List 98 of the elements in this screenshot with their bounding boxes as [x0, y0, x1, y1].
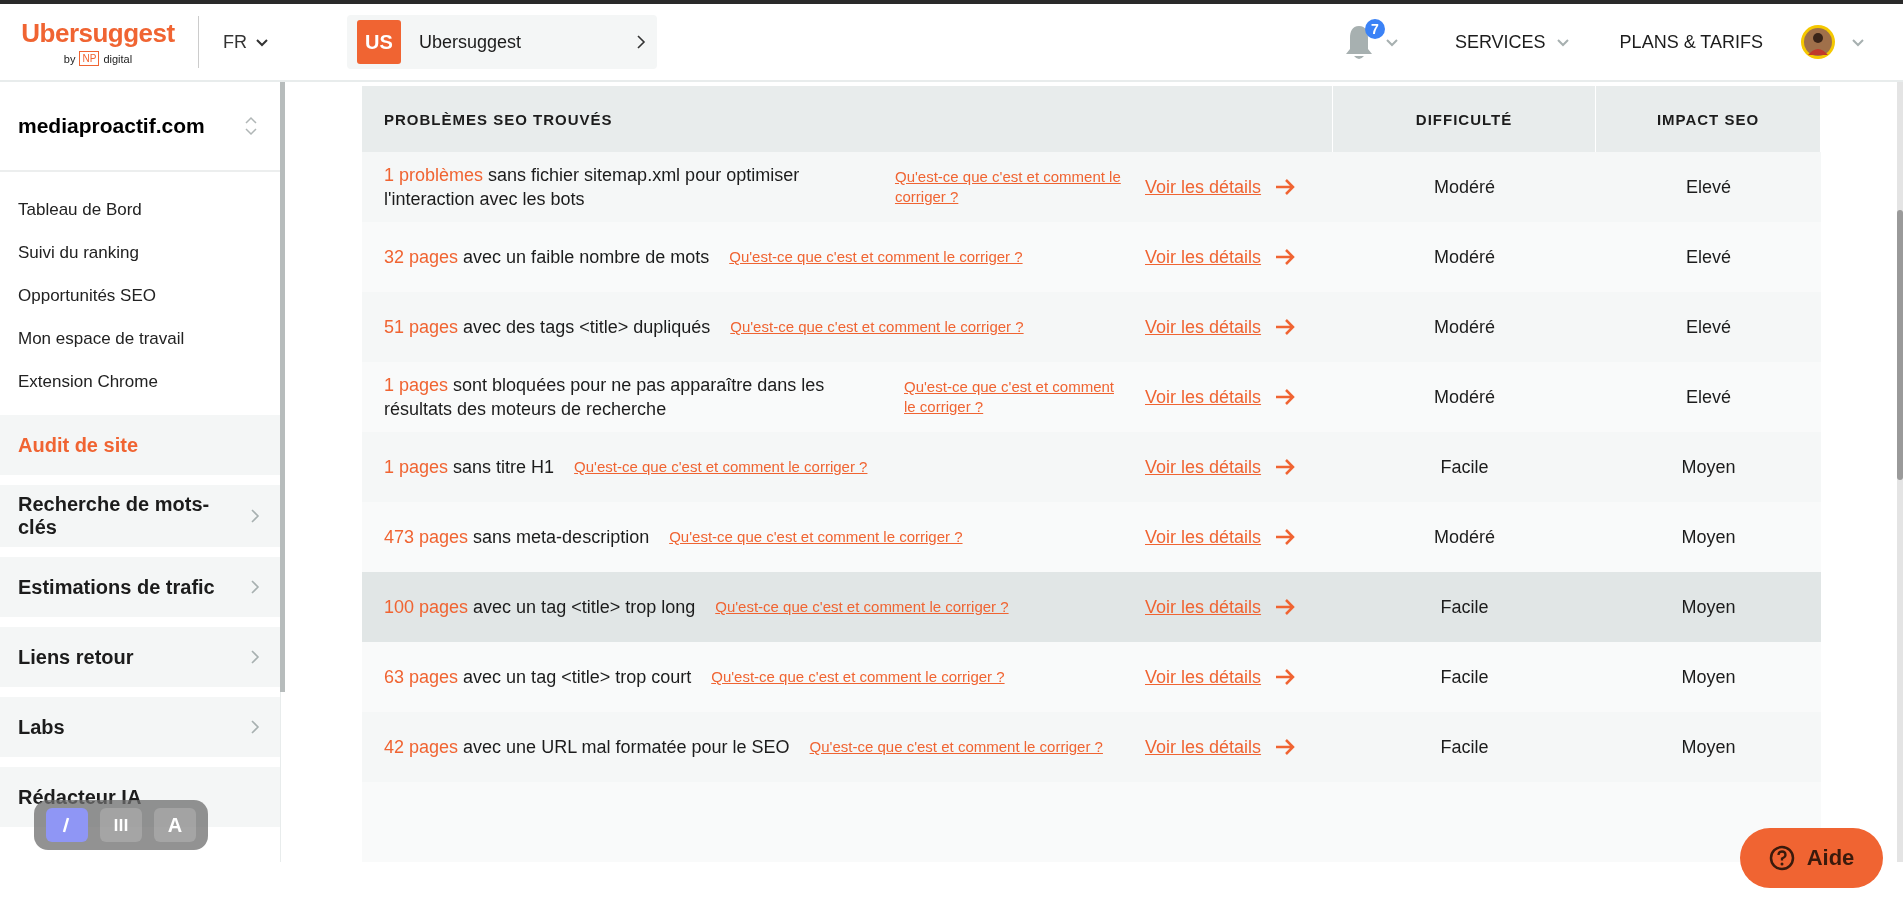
chevron-down-icon — [1851, 37, 1865, 47]
impact-cell-text: Moyen — [1680, 665, 1737, 689]
impact-cell-text: Moyen — [1680, 595, 1737, 619]
difficulty-cell-text: Facile — [1439, 455, 1490, 479]
logo-text[interactable]: Ubersuggest — [21, 18, 175, 49]
sidebar-section[interactable]: Labs — [0, 697, 280, 757]
section-label: Rédacteur IA — [18, 785, 143, 809]
arrow-right-icon — [1275, 528, 1296, 546]
issue-description: 32 pages avec un faible nombre de mots — [384, 246, 710, 269]
impact-cell-text: Moyen — [1680, 735, 1737, 759]
section-label: Liens retour — [18, 645, 135, 669]
arrow-right-icon — [1275, 458, 1296, 476]
impact-cell-text: Elevé — [1685, 385, 1732, 409]
project-selector[interactable]: US Ubersuggest — [347, 15, 657, 69]
impact-cell-text: Moyen — [1680, 525, 1737, 549]
details-link[interactable]: Voir les détails — [1145, 526, 1333, 548]
arrow-right-icon — [1275, 598, 1296, 616]
difficulty-cell-text: Facile — [1439, 735, 1490, 759]
arrow-right-icon — [1275, 668, 1296, 686]
scrollbar[interactable] — [280, 82, 285, 692]
details-link[interactable]: Voir les détails — [1145, 596, 1333, 618]
help-link[interactable]: Qu'est-ce que c'est et comment le corriger ? — [809, 737, 1103, 757]
difficulty-cell-text: Modéré — [1433, 315, 1496, 339]
notification-badge: 7 — [1364, 19, 1385, 39]
sidebar-section[interactable]: Recherche de mots-clés — [0, 485, 280, 547]
impact-cell-text: Elevé — [1685, 175, 1732, 199]
arrow-right-icon — [1275, 318, 1296, 336]
toolbar-button[interactable] — [46, 808, 88, 842]
help-link[interactable]: Qu'est-ce que c'est et comment le corriger ? — [574, 457, 868, 477]
issue-description: 100 pages avec un tag <title> trop long — [384, 596, 696, 619]
difficulty-cell-text: Modéré — [1433, 385, 1496, 409]
byline-text: digital — [103, 52, 133, 65]
chevron-down-icon — [255, 37, 269, 47]
issue-description: 1 pages sont bloquées pour ne pas apparaître dans les résultats des moteurs de recherche — [384, 374, 826, 421]
section-label: Labs — [18, 715, 66, 739]
issue-description: 42 pages avec une URL mal formatée pour le SEO — [384, 736, 790, 759]
section-label: Audit de site — [18, 433, 139, 457]
sidebar-link[interactable]: Suivi du ranking — [0, 231, 280, 274]
sidebar-link[interactable]: Opportunités SEO — [0, 274, 280, 317]
sort-icon — [244, 116, 258, 136]
difficulty-cell-text: Modéré — [1433, 525, 1496, 549]
language-selector[interactable]: FR — [223, 31, 269, 53]
project-name: Ubersuggest — [419, 31, 523, 53]
domain-selector[interactable]: mediaproactif.com — [0, 82, 280, 172]
arrow-right-icon — [1275, 388, 1296, 406]
scrollbar[interactable] — [1897, 82, 1903, 862]
domain-name: mediaproactif.com — [18, 114, 205, 138]
difficulty-cell-text: Modéré — [1433, 175, 1496, 199]
details-link[interactable]: Voir les détails — [1145, 386, 1333, 408]
impact-cell-text: Elevé — [1685, 315, 1732, 339]
byline-text: by — [63, 52, 76, 65]
arrow-right-icon — [1275, 178, 1296, 196]
details-link[interactable]: Voir les détails — [1145, 456, 1333, 478]
impact-cell-text: Moyen — [1680, 455, 1737, 479]
details-link[interactable]: Voir les détails — [1145, 246, 1333, 268]
sidebar-section[interactable]: Estimations de trafic — [0, 557, 280, 617]
chevron-right-icon — [635, 34, 647, 50]
difficulty-cell-text: Modéré — [1433, 245, 1496, 269]
toolbar-button[interactable]: A — [154, 808, 196, 842]
details-link[interactable]: Voir les détails — [1145, 176, 1333, 198]
nav-link[interactable]: PLANS & TARIFS — [1619, 31, 1763, 53]
sidebar-link[interactable]: Extension Chrome — [0, 360, 280, 403]
brand-badge: NP — [79, 51, 100, 66]
help-link[interactable]: Qu'est-ce que c'est et comment le corriger ? — [894, 167, 1127, 207]
section-label: Recherche de mots-clés — [18, 493, 211, 539]
difficulty-cell-text: Facile — [1439, 665, 1490, 689]
issue-description: 1 pages sans titre H1 — [384, 456, 555, 479]
section-label: Estimations de trafic — [18, 575, 216, 599]
sidebar-link[interactable]: Mon espace de travail — [0, 317, 280, 360]
help-link[interactable]: Qu'est-ce que c'est et comment le corriger ? — [730, 317, 1024, 337]
impact-cell-text: Elevé — [1685, 245, 1732, 269]
chevron-down-icon — [1384, 37, 1399, 47]
sidebar-section[interactable]: Liens retour — [0, 627, 280, 687]
chevron-down-icon — [1555, 37, 1570, 47]
sidebar-link[interactable]: Tableau de Bord — [0, 188, 280, 231]
toolbar-button[interactable] — [100, 808, 142, 842]
help-link[interactable]: Qu'est-ce que c'est et comment le corriger ? — [715, 597, 1009, 617]
sidebar-section[interactable]: Audit de site — [0, 415, 280, 475]
details-link[interactable]: Voir les détails — [1145, 666, 1333, 688]
help-link[interactable]: Qu'est-ce que c'est et comment le corriger ? — [669, 527, 963, 547]
help-button[interactable]: Aide — [1740, 828, 1883, 888]
issue-description: 1 problèmes sans fichier sitemap.xml pour optimiser l'interaction avec les bots — [384, 164, 801, 211]
details-link[interactable]: Voir les détails — [1145, 736, 1333, 758]
help-link[interactable]: Qu'est-ce que c'est et comment le corriger ? — [711, 667, 1005, 687]
issue-description: 473 pages sans meta-description — [384, 526, 650, 549]
question-icon — [1768, 845, 1795, 871]
issue-description: 51 pages avec des tags <title> dupliqués — [384, 316, 711, 339]
arrow-right-icon — [1275, 738, 1296, 756]
difficulty-cell-text: Facile — [1439, 595, 1490, 619]
help-link[interactable]: Qu'est-ce que c'est et comment le corriger ? — [729, 247, 1023, 267]
nav-link[interactable]: SERVICES — [1454, 31, 1570, 53]
issue-description: 63 pages avec un tag <title> trop court — [384, 666, 692, 689]
scrollbar-thumb[interactable] — [1897, 210, 1903, 480]
help-link[interactable]: Qu'est-ce que c'est et comment le corriger ? — [904, 377, 1127, 417]
project-avatar: US — [357, 20, 401, 64]
details-link[interactable]: Voir les détails — [1145, 316, 1333, 338]
arrow-right-icon — [1275, 248, 1296, 266]
user-avatar[interactable] — [1799, 23, 1837, 61]
